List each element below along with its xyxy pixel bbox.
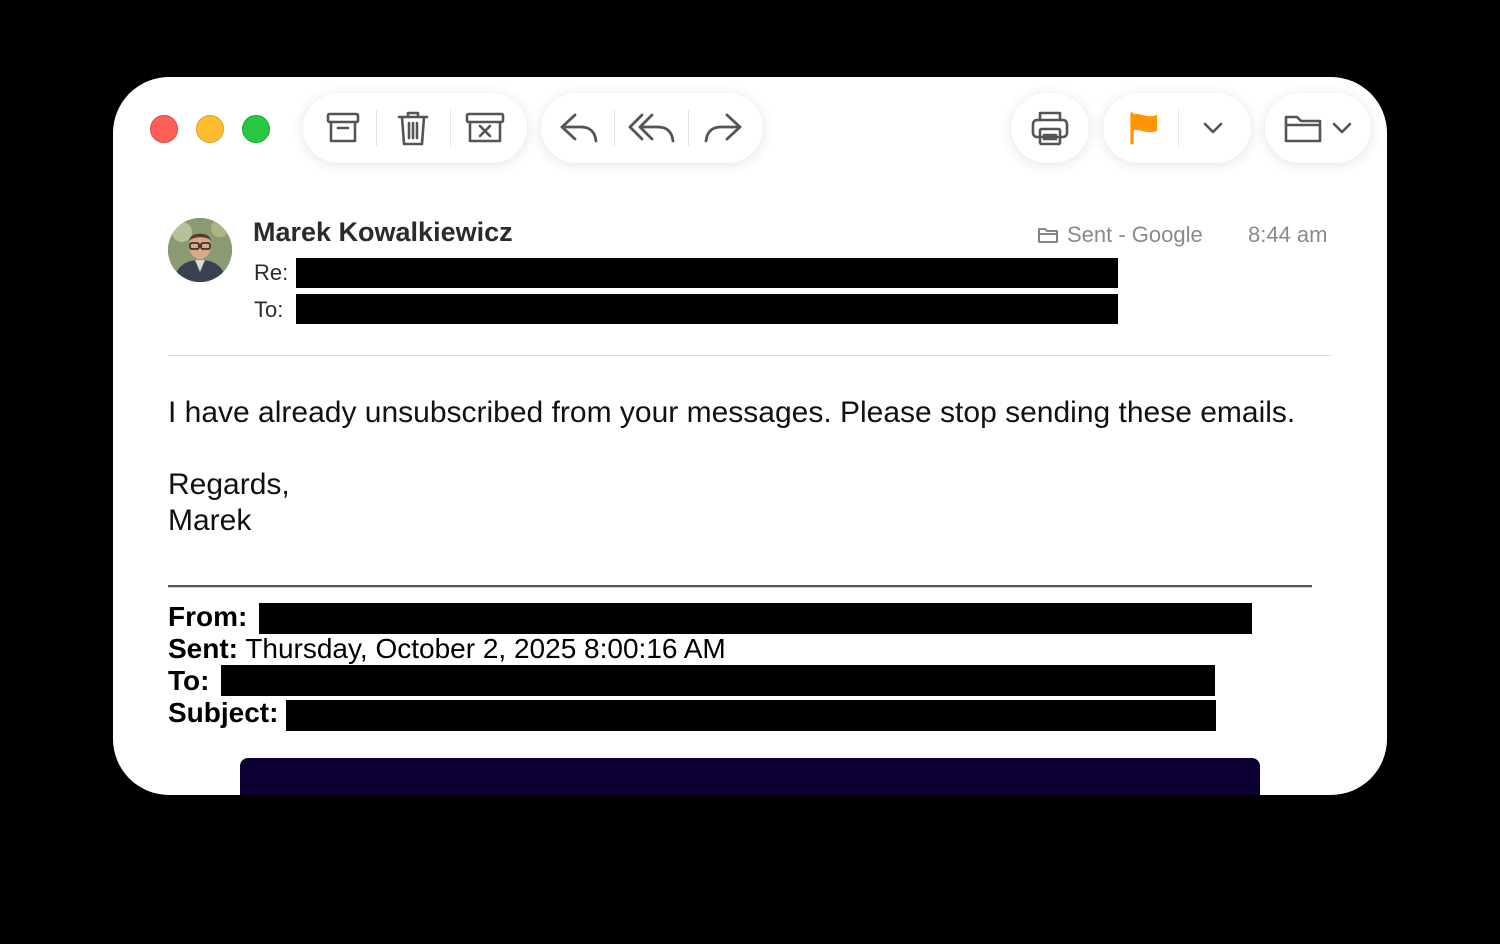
fwd-from-label: From: bbox=[168, 601, 248, 632]
move-button[interactable] bbox=[1265, 93, 1371, 163]
avatar-photo bbox=[168, 218, 232, 282]
mailbox-label: Sent - Google bbox=[1037, 222, 1203, 248]
fwd-sent-label: Sent: bbox=[168, 633, 238, 664]
fwd-subject-row: Subject: bbox=[168, 697, 278, 729]
archive-button[interactable] bbox=[313, 93, 373, 163]
message-time: 8:44 am bbox=[1248, 222, 1328, 247]
fwd-from-row: From: bbox=[168, 601, 247, 633]
flag-icon bbox=[1130, 112, 1157, 145]
trash-icon bbox=[397, 111, 429, 146]
chevron-down-icon bbox=[1332, 122, 1352, 134]
email-banner bbox=[240, 758, 1260, 795]
body-paragraph: I have already unsubscribed from your me… bbox=[168, 396, 1296, 429]
redacted-forwarded-subject bbox=[286, 700, 1216, 731]
junk-icon bbox=[465, 112, 505, 143]
reply-icon bbox=[560, 113, 598, 143]
sender-name[interactable]: Marek Kowalkiewicz bbox=[253, 217, 513, 248]
separator bbox=[450, 110, 451, 146]
print-icon bbox=[1031, 111, 1069, 146]
avatar bbox=[168, 218, 232, 282]
quote-separator bbox=[168, 585, 1312, 588]
separator bbox=[614, 110, 615, 146]
minimize-button[interactable] bbox=[196, 115, 224, 143]
print-button[interactable] bbox=[1011, 93, 1089, 163]
fwd-subject-label: Subject: bbox=[168, 697, 279, 728]
separator bbox=[1178, 110, 1179, 146]
redacted-from bbox=[259, 603, 1252, 634]
reply-button[interactable] bbox=[549, 93, 609, 163]
close-button[interactable] bbox=[150, 115, 178, 143]
move-toolbar bbox=[1265, 93, 1371, 163]
header-divider bbox=[168, 355, 1332, 356]
redacted-to bbox=[221, 665, 1215, 696]
junk-button[interactable] bbox=[455, 93, 515, 163]
reply-all-button[interactable] bbox=[619, 93, 685, 163]
signature: Marek bbox=[168, 504, 252, 537]
reply-actions-toolbar bbox=[541, 93, 763, 163]
folder-icon bbox=[1038, 228, 1058, 243]
mailbox-name: Sent - Google bbox=[1067, 222, 1203, 247]
fwd-to-row: To: bbox=[168, 665, 209, 697]
separator bbox=[688, 110, 689, 146]
separator bbox=[376, 110, 377, 146]
re-label: Re: bbox=[254, 260, 289, 285]
trash-button[interactable] bbox=[383, 93, 443, 163]
mail-window: Marek Kowalkiewicz Sent - Google 8:44 am… bbox=[113, 77, 1387, 795]
to-label: To: bbox=[254, 297, 284, 322]
flag-menu-button[interactable] bbox=[1183, 93, 1243, 163]
fwd-sent-row: Sent: Thursday, October 2, 2025 8:00:16 … bbox=[168, 633, 726, 665]
reply-all-icon bbox=[628, 113, 675, 143]
mailbox-actions-toolbar bbox=[303, 93, 527, 163]
forward-icon bbox=[704, 113, 742, 143]
archive-icon bbox=[326, 112, 360, 143]
zoom-button[interactable] bbox=[242, 115, 270, 143]
fwd-sent-value: Thursday, October 2, 2025 8:00:16 AM bbox=[245, 633, 726, 664]
redacted-recipient bbox=[296, 294, 1118, 324]
flag-toolbar bbox=[1103, 93, 1251, 163]
fwd-to-label: To: bbox=[168, 665, 210, 696]
print-toolbar bbox=[1011, 93, 1089, 163]
chevron-down-icon bbox=[1203, 122, 1223, 134]
folder-icon bbox=[1284, 115, 1322, 143]
flag-button[interactable] bbox=[1111, 93, 1177, 163]
redacted-subject bbox=[296, 258, 1118, 288]
message-body: I have already unsubscribed from your me… bbox=[168, 395, 1308, 539]
forward-button[interactable] bbox=[693, 93, 753, 163]
signoff: Regards, bbox=[168, 468, 290, 501]
